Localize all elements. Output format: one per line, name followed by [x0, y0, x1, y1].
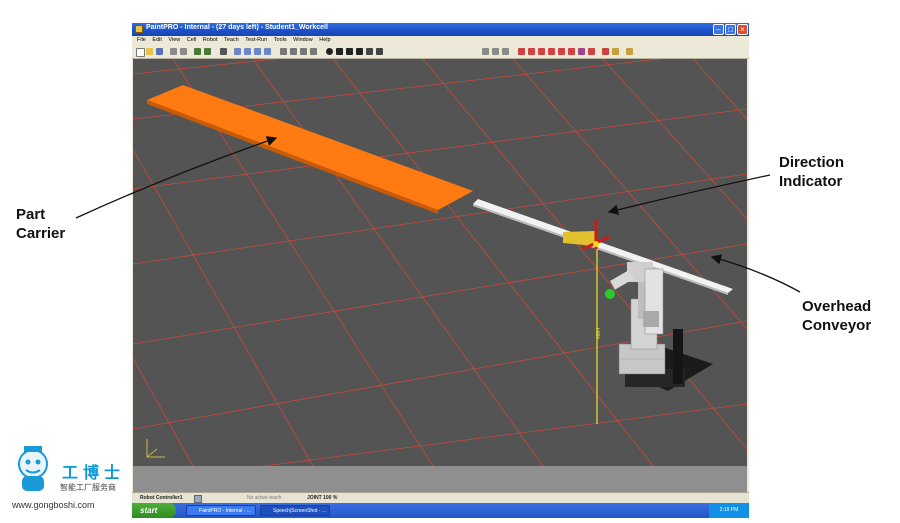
watermark-url: www.gongboshi.com: [12, 500, 95, 510]
arrow-overhead-conveyor: [710, 254, 801, 293]
watermark-tagline: 智能工厂服务商: [60, 483, 116, 492]
mascot-logo-icon: [18, 446, 48, 491]
callout-arrows: [75, 136, 801, 293]
watermark-brand: 工博士: [62, 465, 126, 482]
arrow-part-carrier: [75, 136, 278, 219]
arrow-direction-indicator: [607, 174, 771, 215]
